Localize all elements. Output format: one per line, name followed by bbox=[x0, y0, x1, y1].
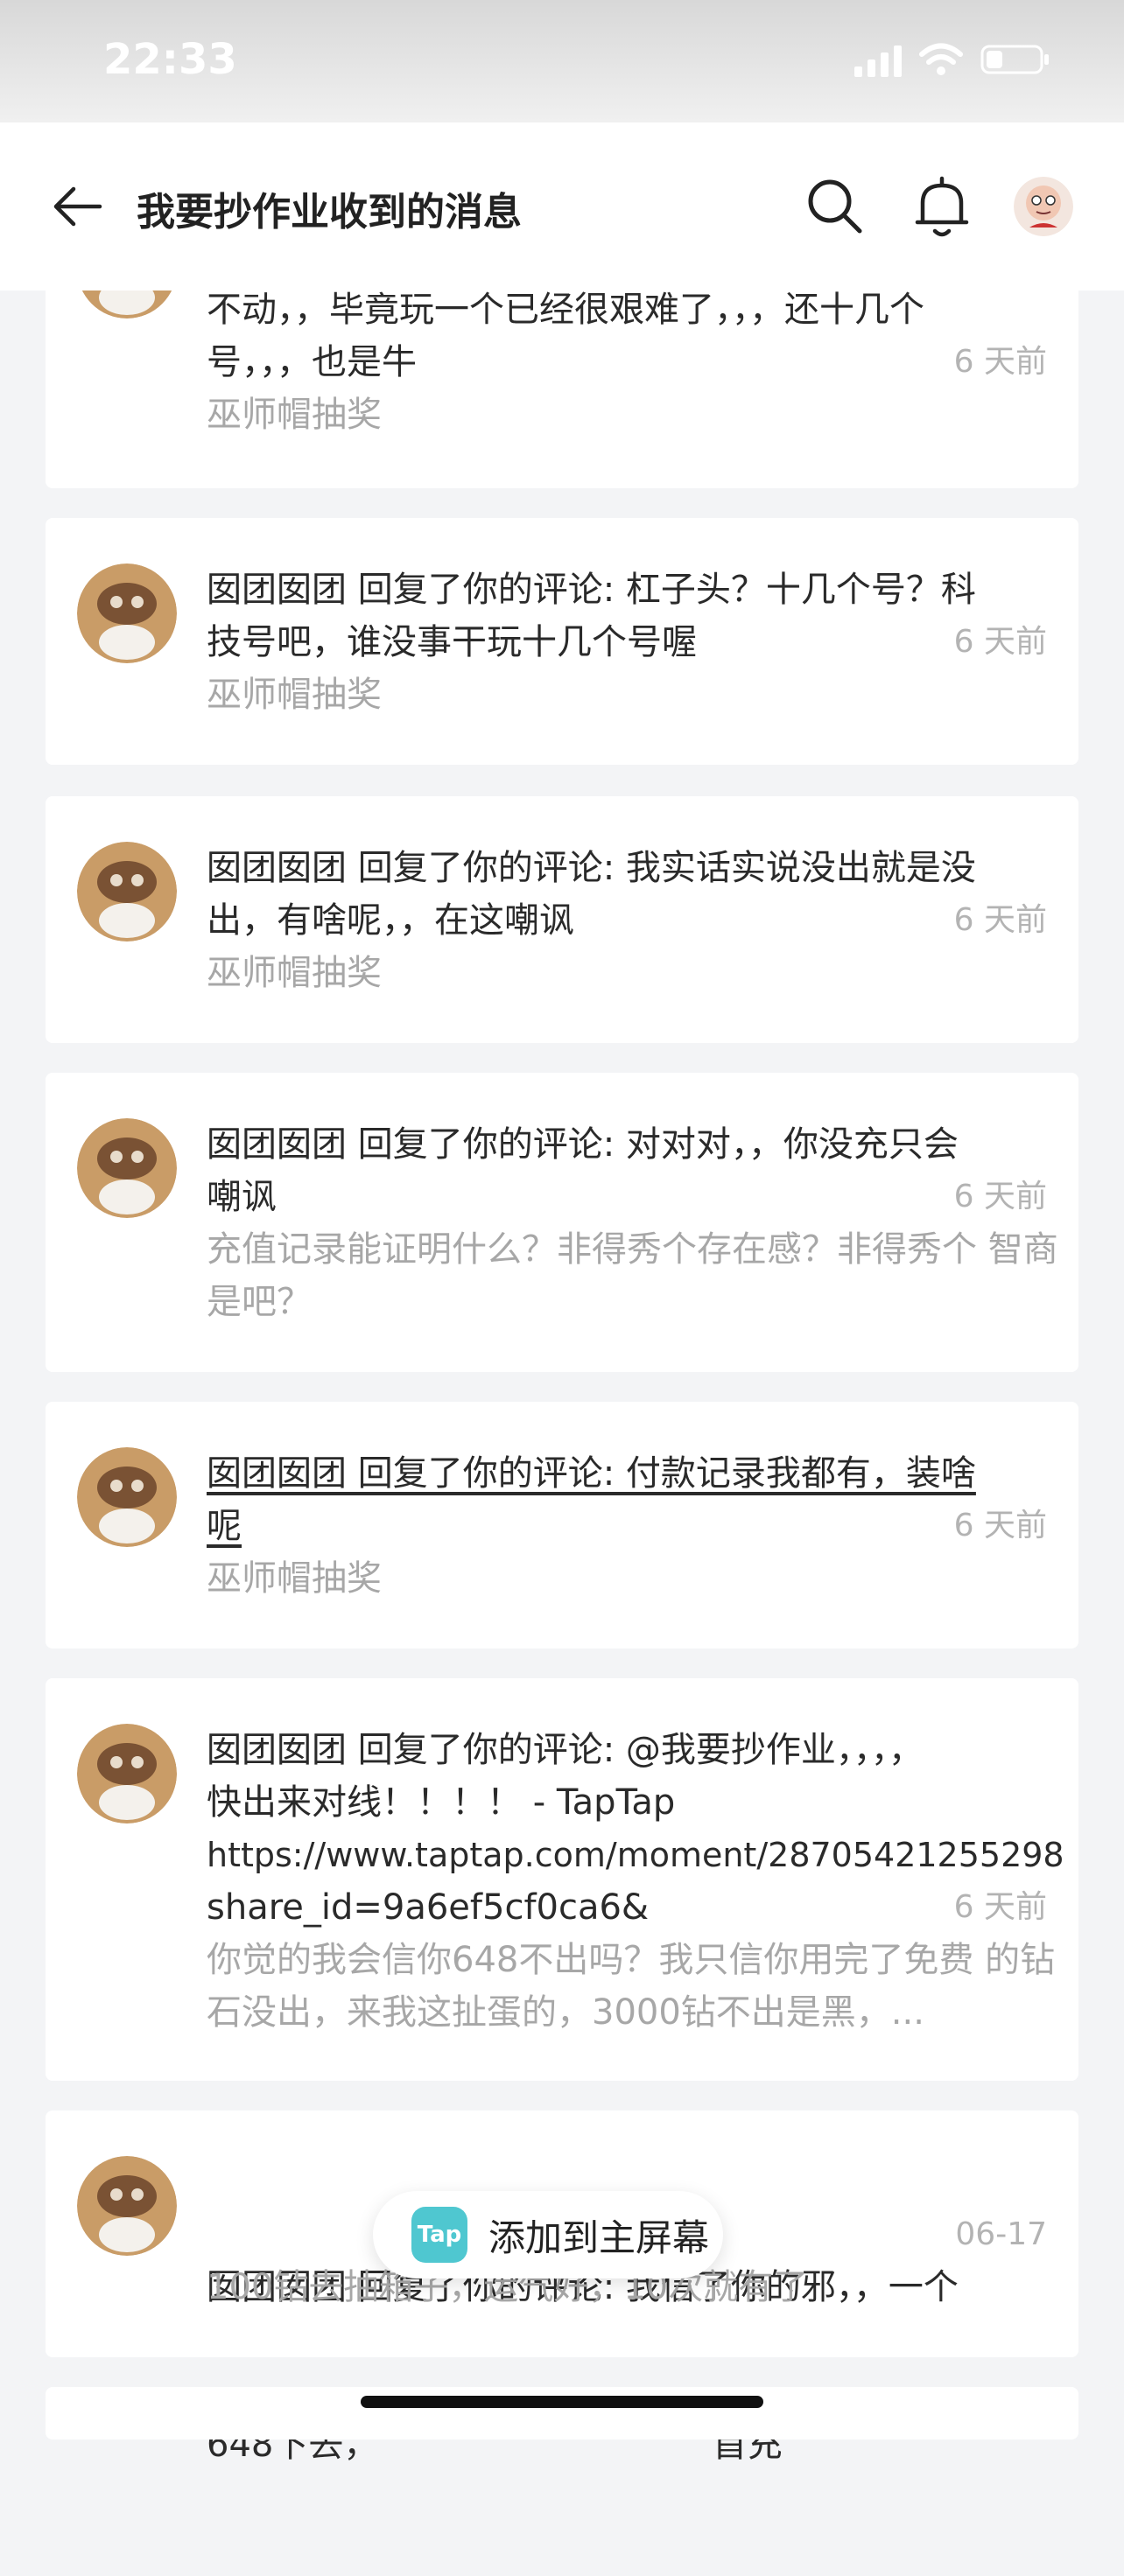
message-quote: 巫师帽抽奖 bbox=[207, 1558, 382, 1599]
message-time: 6 天前 bbox=[953, 624, 1047, 660]
message-time: 6 天前 bbox=[953, 1179, 1047, 1214]
sender-avatar[interactable] bbox=[77, 1118, 177, 1218]
message-quote: 充值记录能证明什么？非得秀个存在感？非得秀个 智商是吧？ bbox=[207, 1229, 1058, 1322]
status-icons bbox=[854, 42, 1050, 77]
status-bar: 22:33 bbox=[0, 0, 1124, 122]
message-text: 囡团囡团 回复了你的评论: 我实话实说没出就是没 出，有啥呢，，在这嘲讽 bbox=[207, 848, 976, 941]
bell-icon[interactable] bbox=[910, 173, 973, 240]
message-card[interactable]: 囡团囡团 回复了你的评论: 对对对，，你没充只会 嘲讽 6 天前 充值记录能证明… bbox=[46, 1073, 1078, 1372]
message-text: 囡团囡团 回复了你的评论: 付款记录我都有，装啥 呢 bbox=[207, 1453, 976, 1546]
sender-avatar[interactable] bbox=[77, 2156, 177, 2256]
battery-icon bbox=[980, 44, 1050, 75]
message-card[interactable]: 囡团囡团 回复了你的评论: 杠子头？十几个号？科 技号吧，谁没事干玩十几个号喔 … bbox=[46, 518, 1078, 765]
message-time: 6 天前 bbox=[953, 902, 1047, 938]
message-quote: 巫师帽抽奖 bbox=[207, 953, 382, 993]
message-card[interactable]: 囡团囡团 回复了你的评论: 付款记录我都有，装啥 呢 6 天前 巫师帽抽奖 bbox=[46, 1402, 1078, 1648]
message-card[interactable]: 囡团囡团 回复了你的评论: 我实话实说没出就是没 出，有啥呢，，在这嘲讽 6 天… bbox=[46, 796, 1078, 1043]
message-text: 囡团囡团 回复了你的评论: @我要抄作业，，，， 快出来对线！！！！ - Tap… bbox=[207, 1730, 1064, 1928]
home-indicator[interactable] bbox=[361, 2396, 763, 2408]
message-time: 6 天前 bbox=[953, 1508, 1047, 1544]
user-avatar[interactable] bbox=[1014, 177, 1073, 236]
taptap-logo-icon: Tap bbox=[411, 2207, 467, 2263]
toast-label: 添加到主屏幕 bbox=[488, 2216, 710, 2259]
message-text: 囡团囡团 回复了你的评论: 杠子头？十几个号？科 技号吧，谁没事干玩十几个号喔 bbox=[207, 570, 976, 662]
message-time: 06-17 bbox=[955, 2216, 1047, 2252]
message-time: 6 天前 bbox=[953, 344, 1047, 380]
sender-avatar[interactable] bbox=[77, 1447, 177, 1547]
sender-avatar[interactable] bbox=[77, 842, 177, 942]
sender-avatar[interactable] bbox=[77, 1724, 177, 1824]
message-card[interactable] bbox=[46, 2387, 1078, 2440]
message-quote: 巫师帽抽奖 bbox=[207, 675, 382, 715]
header-bar: 我要抄作业收到的消息 bbox=[0, 122, 1124, 290]
wifi-icon bbox=[919, 43, 963, 76]
message-time: 6 天前 bbox=[953, 1889, 1047, 1925]
status-time: 22:33 bbox=[103, 35, 237, 84]
message-card[interactable]: 囡团囡团 回复了你的评论: @我要抄作业，，，， 快出来对线！！！！ - Tap… bbox=[46, 1678, 1078, 2081]
message-text: 囡团囡团 回复了你的评论: 对对对，，你没充只会 嘲讽 bbox=[207, 1124, 959, 1217]
add-to-home-toast[interactable]: Tap 添加到主屏幕 bbox=[373, 2191, 723, 2278]
page-title: 我要抄作业收到的消息 bbox=[137, 190, 522, 234]
message-text: 不动，，毕竟玩一个已经很艰难了，，，还十几个 号，，，也是牛 bbox=[207, 290, 924, 382]
message-quote: 你觉的我会信你648不出吗？我只信你用完了免费 的钻石没出，来我这扯蛋的，300… bbox=[207, 1940, 1056, 2033]
message-quote: 巫师帽抽奖 bbox=[207, 395, 382, 435]
sender-avatar[interactable] bbox=[77, 564, 177, 663]
back-arrow-icon[interactable] bbox=[49, 178, 105, 234]
signal-icon bbox=[854, 42, 902, 77]
search-icon[interactable] bbox=[804, 175, 867, 238]
message-list: 不动，，毕竟玩一个已经很艰难了，，，还十几个 号，，，也是牛 6 天前 巫师帽抽… bbox=[0, 0, 1124, 2465]
